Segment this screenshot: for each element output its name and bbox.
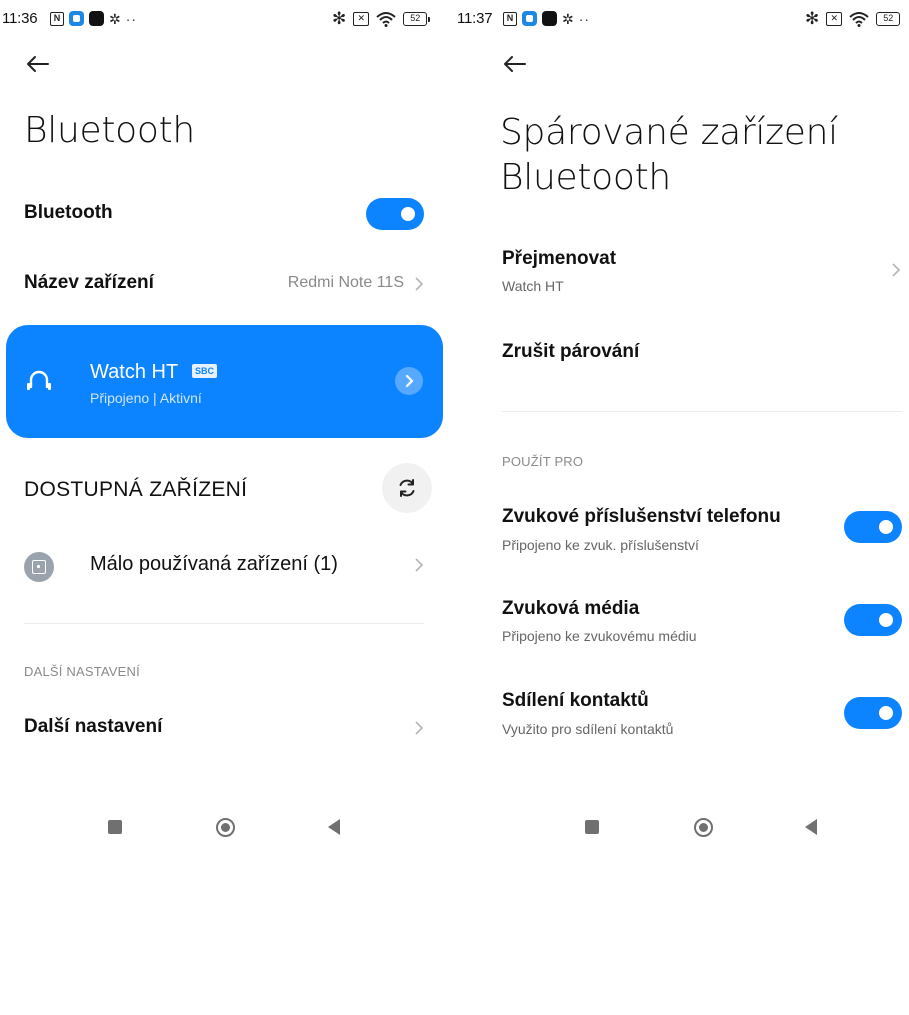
connected-device-name: Watch HT [90,361,179,383]
status-bar: 11:37 N ✲ ·· ✻ ✕ 52 [455,8,909,30]
recents-square-icon[interactable] [108,820,122,834]
unpair-button[interactable]: Zrušit párování [502,341,639,363]
settings-gear-icon: ✲ [562,10,574,27]
more-dots-icon: ·· [578,10,591,27]
connected-device-card[interactable]: Watch HT SBC Připojeno | Aktivní [6,325,443,438]
status-bar: 11:36 N ✲ ·· ✻ ✕ 52 [0,8,454,30]
dark-app-notification-icon [89,11,104,26]
battery-indicator: 52 [876,12,901,26]
app-notification-icon [522,11,537,26]
headphones-icon [27,370,51,390]
page-title-line1: Spárované zařízení [500,112,838,153]
battery-level: 52 [403,12,428,26]
status-notification-icons: N ✲ ·· [50,11,137,26]
chevron-right-icon [892,263,901,277]
rename-label: Přejmenovat [502,248,617,269]
dark-app-notification-icon [542,11,557,26]
no-sim-icon: ✕ [826,12,843,26]
chevron-right-icon [405,374,414,388]
refresh-button[interactable] [382,463,432,513]
navigation-bar [0,818,454,868]
bluetooth-icon: ✻ [805,9,820,28]
codec-badge: SBC [192,364,218,378]
profile-label: Zvukové příslušenství telefonu [502,506,781,527]
wifi-icon [376,12,396,27]
divider [24,623,424,624]
profile-status: Připojeno ke zvuk. příslušenství [502,537,699,553]
battery-indicator: 52 [403,12,431,26]
bluetooth-icon: ✻ [332,9,347,28]
use-for-section-label: POUŽÍT PRO [502,454,584,469]
page-title-line2: Bluetooth [500,157,671,198]
no-sim-icon: ✕ [353,12,370,26]
bluetooth-settings-screen: 11:36 N ✲ ·· ✻ ✕ 52 Bluetooth Bluetooth … [0,0,454,1015]
profile-label: Zvuková média [502,598,640,619]
status-notification-icons: N ✲ ·· [503,11,590,26]
connected-device-status: Připojeno | Aktivní [90,390,202,406]
chevron-right-icon [415,558,424,572]
more-dots-icon: ·· [125,10,138,27]
back-triangle-icon[interactable] [805,819,817,835]
back-arrow-icon[interactable] [501,50,529,78]
home-circle-icon[interactable] [694,818,713,837]
recents-square-icon[interactable] [585,820,599,834]
home-circle-icon[interactable] [216,818,235,837]
bluetooth-toggle-label: Bluetooth [24,202,113,223]
bluetooth-toggle[interactable] [366,198,424,230]
chevron-right-icon [415,277,424,291]
settings-gear-icon: ✲ [109,10,121,27]
navigation-bar [455,818,909,868]
back-triangle-icon[interactable] [328,819,340,835]
profile-label: Sdílení kontaktů [502,690,649,711]
refresh-icon [399,479,415,497]
status-time: 11:37 [457,10,493,27]
status-time: 11:36 [2,10,38,27]
battery-level: 52 [876,12,901,26]
profile-status: Připojeno ke zvukovému médiu [502,628,697,644]
media-audio-toggle[interactable] [844,604,902,636]
wifi-icon [849,12,869,27]
back-arrow-icon[interactable] [24,50,52,78]
available-devices-heading: DOSTUPNÁ ZAŘÍZENÍ [24,478,248,501]
rename-current-name: Watch HT [502,278,564,294]
phone-audio-toggle[interactable] [844,511,902,543]
more-settings-label: Další nastavení [24,716,163,737]
device-name-value: Redmi Note 11S [287,274,404,291]
more-settings-section-label: DALŠÍ NASTAVENÍ [24,664,140,679]
page-title: Bluetooth [24,110,195,151]
nfc-icon: N [50,11,64,26]
device-name-label: Název zařízení [24,272,154,293]
rarely-used-devices-label: Málo používaná zařízení (1) [90,553,338,575]
device-details-button[interactable] [395,367,423,395]
device-box-icon [24,552,54,582]
app-notification-icon [69,11,84,26]
status-system-icons: ✻ ✕ 52 [332,9,431,28]
contact-sharing-toggle[interactable] [844,697,902,729]
nfc-icon: N [503,11,517,26]
divider [502,411,902,412]
profile-status: Využito pro sdílení kontaktů [502,721,674,737]
paired-device-screen: 11:37 N ✲ ·· ✻ ✕ 52 Spárované zařízení B… [455,0,909,1015]
chevron-right-icon [415,721,424,735]
status-system-icons: ✻ ✕ 52 [805,9,901,28]
